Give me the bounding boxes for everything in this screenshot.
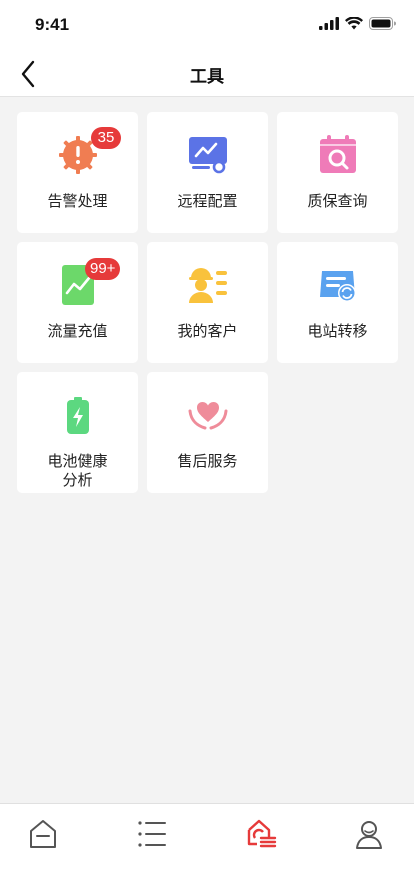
home-indicator (137, 878, 277, 883)
tool-traffic-recharge[interactable]: 流量充值 (17, 242, 138, 363)
remote-monitor-icon (186, 133, 230, 177)
list-icon (138, 821, 166, 847)
station-transfer-icon (316, 263, 360, 307)
battery-charge-icon (56, 393, 100, 437)
home-icon (30, 820, 56, 848)
tool-label: 流量充值 (47, 322, 108, 340)
tools-tab[interactable] (241, 814, 281, 854)
tools-grid: 告警处理 35 远程配置 质保查询 流量充值 我的客户 电站转移 电池健康分析 … (17, 112, 398, 493)
tool-label: 远程配置 (177, 192, 238, 210)
page-title: 工具 (190, 67, 224, 87)
status-bar: 9:41 (0, 0, 414, 50)
alarm-count-badge: 35 (91, 127, 121, 149)
battery-icon (369, 17, 396, 30)
tool-after-sales[interactable]: 售后服务 (147, 372, 268, 493)
customer-worker-icon (186, 263, 230, 307)
tool-label: 告警处理 (47, 192, 108, 210)
wifi-icon (345, 17, 363, 30)
heart-hands-icon (186, 393, 230, 437)
list-tab[interactable] (131, 814, 171, 854)
status-icons (319, 17, 396, 30)
calendar-search-icon (316, 133, 360, 177)
cellular-signal-icon (319, 17, 339, 30)
tool-battery-health[interactable]: 电池健康分析 (17, 372, 138, 493)
tool-label: 我的客户 (177, 322, 238, 340)
tool-remote-config[interactable]: 远程配置 (147, 112, 268, 233)
tool-alarm-handling[interactable]: 告警处理 35 (17, 112, 138, 233)
tool-label: 电站转移 (307, 322, 368, 340)
navigation-bar: 工具 (0, 50, 414, 97)
status-time: 9:41 (35, 15, 70, 34)
tools-icon (247, 819, 277, 848)
user-icon (356, 821, 382, 849)
tool-label: 售后服务 (177, 452, 238, 470)
traffic-count-badge: 99+ (85, 258, 121, 280)
profile-tab[interactable] (349, 814, 389, 854)
tool-warranty-query[interactable]: 质保查询 (277, 112, 398, 233)
tool-label: 电池健康分析 (47, 452, 108, 489)
tool-station-transfer[interactable]: 电站转移 (277, 242, 398, 363)
tool-label: 质保查询 (307, 192, 368, 210)
home-tab[interactable] (23, 814, 63, 854)
tool-my-customers[interactable]: 我的客户 (147, 242, 268, 363)
